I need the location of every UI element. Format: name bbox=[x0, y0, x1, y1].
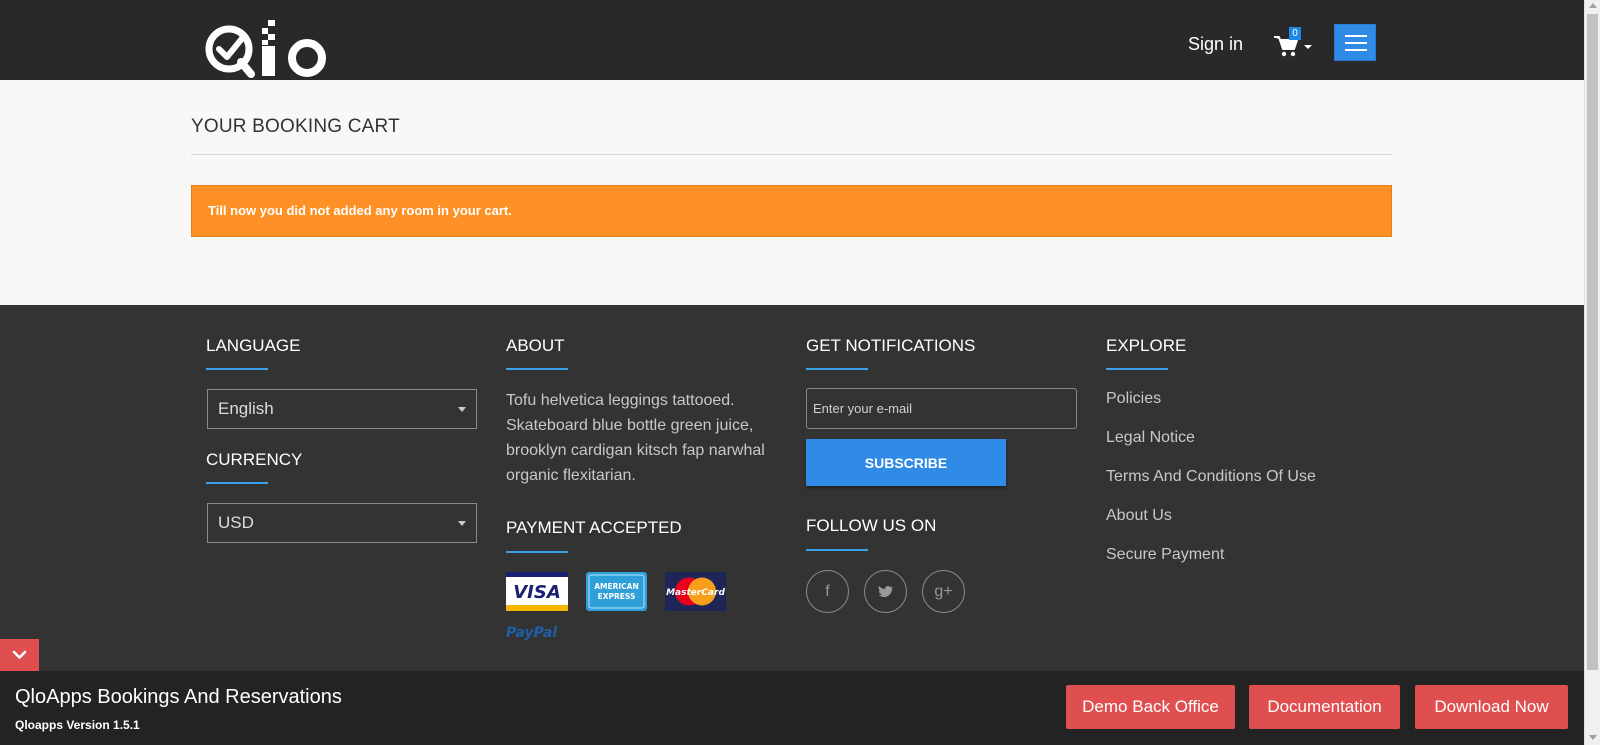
chevron-down-icon bbox=[12, 650, 27, 659]
follow-us-title: FOLLOW US ON bbox=[806, 516, 937, 535]
svg-text:AMERICAN: AMERICAN bbox=[594, 582, 639, 591]
twitter-icon[interactable] bbox=[864, 570, 907, 613]
google-plus-icon[interactable]: g+ bbox=[922, 570, 965, 613]
app-version: Qloapps Version 1.5.1 bbox=[15, 718, 140, 732]
demo-back-office-button[interactable]: Demo Back Office bbox=[1066, 685, 1235, 729]
qlo-logo[interactable] bbox=[204, 18, 334, 80]
currency-title: CURRENCY bbox=[206, 450, 303, 469]
empty-cart-alert: Till now you did not added any room in y… bbox=[191, 185, 1392, 237]
currency-selected-value: USD bbox=[218, 513, 254, 532]
divider bbox=[191, 154, 1392, 155]
mastercard-icon: MasterCard bbox=[665, 572, 726, 611]
explore-link-legal-notice[interactable]: Legal Notice bbox=[1106, 429, 1195, 447]
explore-link-about-us[interactable]: About Us bbox=[1106, 507, 1172, 525]
currency-select[interactable]: USD bbox=[207, 503, 477, 543]
explore-title: EXPLORE bbox=[1106, 336, 1187, 355]
explore-link-secure-payment[interactable]: Secure Payment bbox=[1106, 546, 1224, 564]
language-title: LANGUAGE bbox=[206, 336, 301, 355]
svg-text:MasterCard: MasterCard bbox=[666, 588, 725, 598]
amex-card-icon: AMERICAN EXPRESS bbox=[586, 572, 647, 611]
cart-count-badge: 0 bbox=[1289, 27, 1301, 40]
vertical-scrollbar[interactable] bbox=[1584, 0, 1600, 745]
footer bbox=[0, 305, 1584, 671]
about-title: ABOUT bbox=[506, 336, 565, 355]
title-underline bbox=[506, 551, 568, 553]
scroll-up-arrow-icon[interactable] bbox=[1589, 3, 1597, 8]
scrollbar-thumb[interactable] bbox=[1587, 14, 1598, 670]
title-underline bbox=[1106, 368, 1168, 370]
language-select[interactable]: English bbox=[207, 389, 477, 429]
hamburger-menu-button[interactable] bbox=[1334, 24, 1376, 61]
language-selected-value: English bbox=[218, 399, 274, 418]
about-text: Tofu helvetica leggings tattooed. Skateb… bbox=[506, 392, 765, 484]
visa-card-icon: VISA bbox=[506, 572, 568, 611]
facebook-icon[interactable]: f bbox=[806, 570, 849, 613]
sign-in-link[interactable]: Sign in bbox=[1188, 34, 1243, 55]
newsletter-email-input[interactable] bbox=[806, 388, 1077, 429]
title-underline bbox=[206, 482, 268, 484]
chevron-down-icon bbox=[458, 521, 466, 526]
title-underline bbox=[506, 368, 568, 370]
facebook-glyph: f bbox=[825, 583, 830, 600]
title-underline bbox=[806, 549, 868, 551]
svg-text:PayPal: PayPal bbox=[506, 625, 557, 641]
app-title: QloApps Bookings And Reservations bbox=[15, 686, 342, 708]
chevron-down-icon bbox=[458, 407, 466, 412]
documentation-button[interactable]: Documentation bbox=[1249, 685, 1400, 729]
title-underline bbox=[806, 368, 868, 370]
payment-accepted-title: PAYMENT ACCEPTED bbox=[506, 518, 682, 537]
svg-text:VISA: VISA bbox=[513, 582, 561, 603]
page-title: YOUR BOOKING CART bbox=[191, 116, 400, 137]
scroll-down-arrow-icon[interactable] bbox=[1589, 735, 1597, 740]
explore-link-policies[interactable]: Policies bbox=[1106, 390, 1161, 408]
download-now-button[interactable]: Download Now bbox=[1415, 685, 1568, 729]
google-plus-glyph: g+ bbox=[934, 583, 953, 600]
collapse-toggle-button[interactable] bbox=[0, 639, 39, 671]
notifications-title: GET NOTIFICATIONS bbox=[806, 336, 976, 355]
svg-text:EXPRESS: EXPRESS bbox=[598, 592, 636, 601]
paypal-icon: PayPal bbox=[506, 625, 557, 641]
title-underline bbox=[206, 368, 268, 370]
explore-link-terms[interactable]: Terms And Conditions Of Use bbox=[1106, 468, 1316, 486]
subscribe-button[interactable]: SUBSCRIBE bbox=[806, 439, 1006, 486]
